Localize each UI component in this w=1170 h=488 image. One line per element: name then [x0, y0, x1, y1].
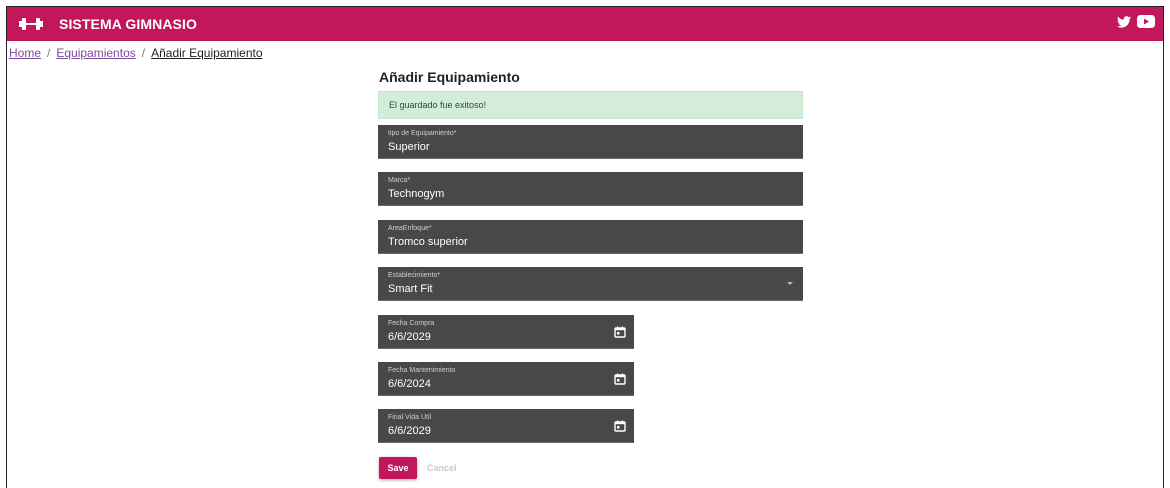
- chevron-down-icon[interactable]: [787, 282, 793, 285]
- social-links: [1117, 15, 1155, 33]
- breadcrumb-separator: /: [47, 46, 51, 60]
- establecimiento-select[interactable]: Establecimiento* Smart Fit: [378, 267, 803, 301]
- calendar-icon[interactable]: [614, 419, 626, 432]
- field-value[interactable]: Superior: [388, 141, 430, 153]
- youtube-icon[interactable]: [1137, 15, 1155, 33]
- breadcrumb-home[interactable]: Home: [9, 46, 41, 60]
- app-frame: SISTEMA GIMNASIO Home / Equipamientos / Añad…: [6, 6, 1164, 488]
- app-brand[interactable]: SISTEMA GIMNASIO: [59, 16, 197, 32]
- success-alert: El guardado fue exitoso!: [378, 91, 803, 119]
- fecha-mantenimiento-field[interactable]: Fecha Mantenimiento 6/6/2024: [378, 362, 634, 396]
- fecha-compra-field[interactable]: Fecha Compra 6/6/2029: [378, 315, 634, 349]
- page-title: Añadir Equipamiento: [379, 69, 520, 85]
- area-enfoque-field[interactable]: AreaEnfoque* Tromco superior: [378, 220, 803, 254]
- marca-field[interactable]: Marca* Technogym: [378, 172, 803, 206]
- breadcrumb-equipamientos[interactable]: Equipamientos: [56, 46, 135, 60]
- save-button[interactable]: Save: [379, 457, 417, 479]
- field-label: Establecimiento*: [388, 272, 441, 279]
- calendar-icon[interactable]: [614, 372, 626, 385]
- top-navbar: SISTEMA GIMNASIO: [7, 7, 1163, 41]
- field-label: tipo de Equipamiento*: [388, 130, 457, 137]
- tipo-equipamiento-field[interactable]: tipo de Equipamiento* Superior: [378, 125, 803, 159]
- final-vida-util-field[interactable]: Final Vida Util 6/6/2029: [378, 409, 634, 443]
- field-value[interactable]: Smart Fit: [388, 283, 433, 295]
- breadcrumb-current: Añadir Equipamiento: [151, 46, 263, 60]
- field-label: Final Vida Util: [388, 414, 432, 421]
- field-label: AreaEnfoque*: [388, 225, 432, 232]
- field-value[interactable]: 6/6/2024: [388, 378, 431, 390]
- field-value[interactable]: Tromco superior: [388, 236, 468, 248]
- field-value[interactable]: 6/6/2029: [388, 331, 431, 343]
- breadcrumb-separator: /: [141, 46, 146, 60]
- field-label: Fecha Mantenimiento: [388, 367, 456, 374]
- calendar-icon[interactable]: [614, 325, 626, 338]
- dumbbell-icon[interactable]: [19, 17, 43, 31]
- twitter-icon[interactable]: [1117, 15, 1131, 33]
- field-value[interactable]: Technogym: [388, 188, 444, 200]
- cancel-button[interactable]: Cancel: [421, 457, 463, 479]
- field-value[interactable]: 6/6/2029: [388, 425, 431, 437]
- field-label: Fecha Compra: [388, 320, 435, 327]
- breadcrumb: Home / Equipamientos / Añadir Equipamiento: [9, 46, 263, 60]
- field-label: Marca*: [388, 177, 411, 184]
